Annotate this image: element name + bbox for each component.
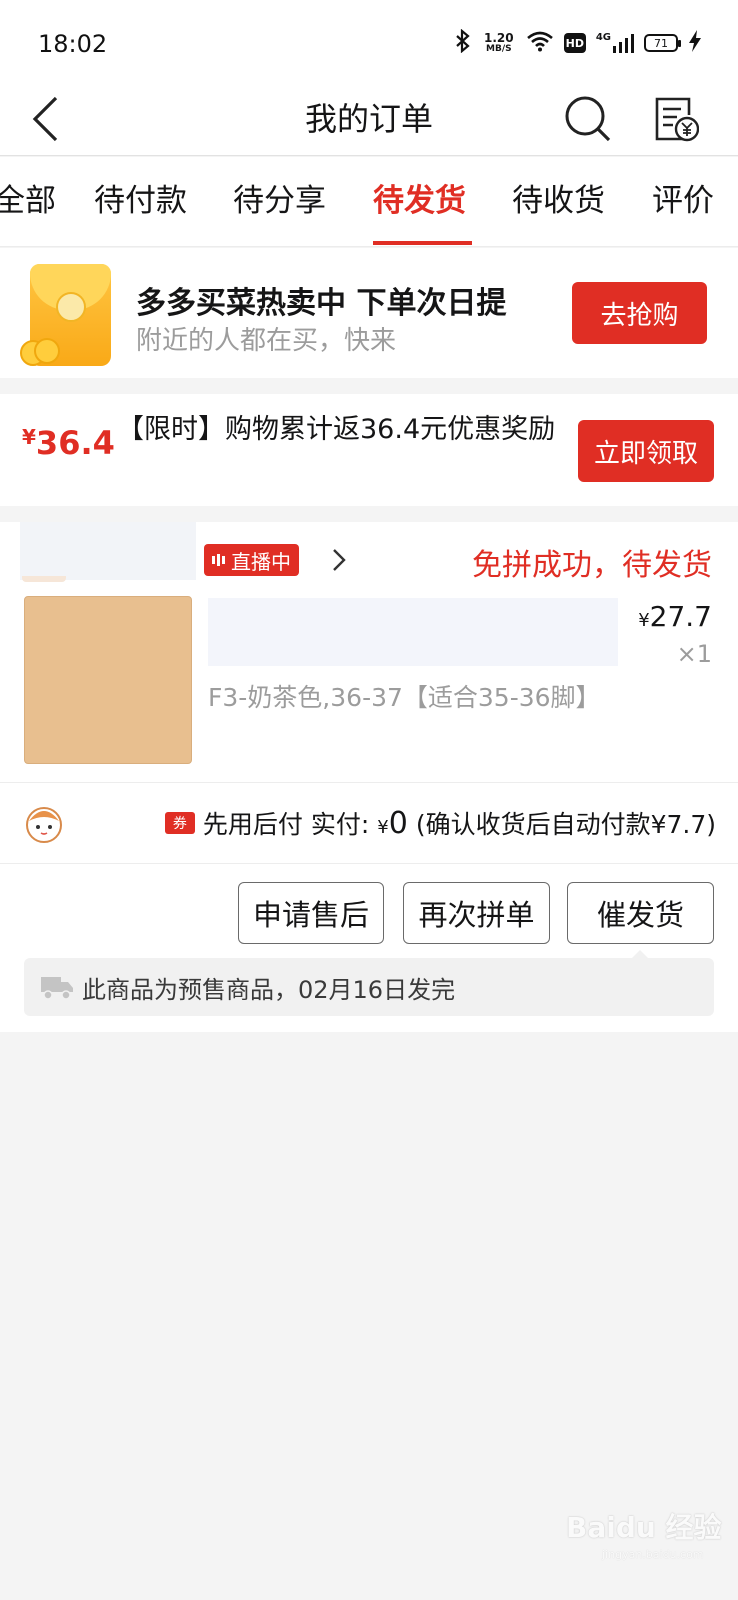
mascot-icon	[24, 803, 64, 843]
promo-subtitle: 附近的人都在买，快来	[136, 326, 397, 356]
tab-pending-payment[interactable]: 待付款	[94, 157, 187, 247]
page-title: 我的订单	[304, 100, 433, 138]
live-badge[interactable]: 直播中	[204, 544, 299, 576]
order-status: 免拼成功，待发货	[472, 548, 712, 583]
grab-deal-button[interactable]: 去抢购	[572, 282, 707, 344]
order-card[interactable]: 直播中 免拼成功，待发货 ¥27.7 ×1 F3-奶茶色,36-37【适合35-…	[0, 522, 738, 1032]
status-bar: 18:02 1.20 MB/S HD 4G 71	[0, 0, 738, 82]
nav-bar: 我的订单	[0, 82, 738, 156]
voucher-tag: 券	[164, 812, 195, 834]
payment-note: (确认收货后自动付款¥7.7)	[415, 810, 716, 839]
price-currency: ¥	[638, 610, 650, 631]
presale-notice-text: 此商品为预售商品，02月16日发完	[82, 975, 456, 1004]
coupon-card: ¥36.4 【限时】购物累计返36.4元优惠奖励 立即领取	[0, 394, 738, 506]
battery-icon: 71	[644, 34, 681, 52]
product-spec: F3-奶茶色,36-37【适合35-36脚】	[208, 683, 601, 712]
claim-coupon-button[interactable]: 立即领取	[578, 420, 714, 482]
wifi-icon	[526, 30, 554, 56]
truck-icon	[41, 977, 73, 1000]
bill-icon	[655, 97, 699, 142]
promo-title: 多多买菜热卖中 下单次日提	[136, 286, 507, 321]
payment-info: 券 先用后付 实付: ¥0 (确认收货后自动付款¥7.7)	[164, 803, 716, 843]
battery-level: 71	[654, 36, 668, 50]
bluetooth-icon	[454, 28, 472, 57]
signal-icon: 4G	[596, 32, 634, 54]
live-label: 直播中	[231, 549, 291, 574]
search-icon	[565, 96, 611, 142]
live-bars-icon	[212, 554, 225, 566]
hd-badge: HD	[563, 33, 586, 53]
net-speed-value: 1.20	[484, 31, 514, 45]
status-icons: 1.20 MB/S HD 4G 71	[454, 28, 702, 58]
net-speed: 1.20 MB/S	[482, 32, 516, 54]
net-speed-unit: MB/S	[486, 44, 512, 54]
coupon-value: 36.4	[35, 424, 115, 462]
paid-value: 0	[388, 805, 408, 841]
product-title-redacted[interactable]	[208, 598, 618, 666]
network-type: 4G	[595, 32, 611, 43]
product-quantity: ×1	[676, 640, 712, 668]
paid-amount: ¥0	[377, 806, 408, 841]
coupon-text: 【限时】购物累计返36.4元优惠奖励	[117, 414, 556, 445]
tab-review[interactable]: 评价	[652, 157, 714, 247]
shop-name-redacted[interactable]	[20, 522, 196, 580]
presale-notice: 此商品为预售商品，02月16日发完	[24, 958, 714, 1016]
tab-pending-shipment[interactable]: 待发货	[373, 157, 466, 247]
after-sales-button[interactable]: 申请售后	[238, 882, 384, 944]
search-button[interactable]	[560, 82, 616, 156]
paid-currency: ¥	[377, 816, 389, 838]
urge-shipment-button[interactable]: 催发货	[567, 882, 714, 944]
coupon-amount: ¥36.4	[22, 424, 115, 462]
chevron-right-icon[interactable]	[332, 544, 352, 576]
watermark-brand: Baidu 经验	[566, 1511, 722, 1544]
product-price: ¥27.7	[638, 600, 712, 633]
active-tab-indicator	[373, 241, 472, 245]
promo-card[interactable]: 多多买菜热卖中 下单次日提 附近的人都在买，快来 去抢购	[0, 248, 738, 378]
price-value: 27.7	[649, 600, 712, 633]
shop-avatar-redacted	[22, 576, 66, 582]
status-time: 18:02	[38, 30, 108, 58]
tab-all[interactable]: 全部	[0, 157, 56, 247]
coupon-currency: ¥	[22, 425, 36, 449]
product-image[interactable]	[24, 596, 192, 764]
bill-button[interactable]	[648, 82, 704, 156]
tab-pending-receipt[interactable]: 待收货	[512, 157, 605, 247]
charging-icon	[688, 29, 702, 57]
baidu-jingyan-watermark: Baidu 经验 jingyan.baidu.com	[566, 1506, 722, 1580]
payment-label: 先用后付 实付:	[202, 810, 370, 839]
reorder-button[interactable]: 再次拼单	[403, 882, 550, 944]
tab-pending-share[interactable]: 待分享	[233, 157, 326, 247]
watermark-url: jingyan.baidu.com	[602, 1548, 704, 1561]
payment-row: 券 先用后付 实付: ¥0 (确认收货后自动付款¥7.7)	[0, 782, 738, 864]
coins-icon	[20, 338, 60, 366]
envelope-seal	[56, 292, 86, 322]
order-tabs: 全部 待付款 待分享 待发货 待收货 评价	[0, 157, 738, 247]
